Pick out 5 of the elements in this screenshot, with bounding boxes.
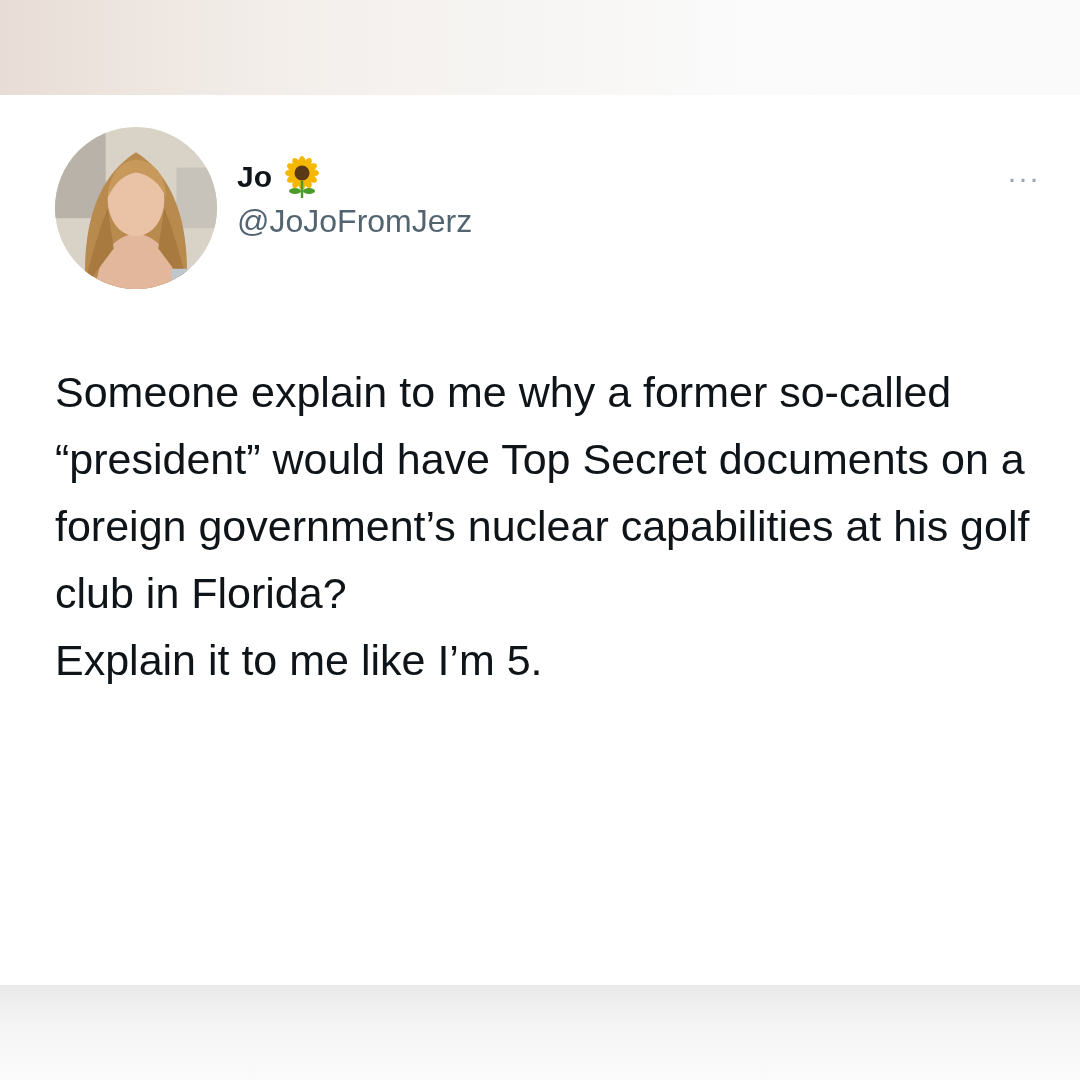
display-name: Jo — [237, 160, 272, 194]
user-handle[interactable]: @JoJoFromJerz — [237, 203, 473, 240]
tweet-text: Explain it to me like I’m 5. — [55, 635, 544, 686]
tweet-text: Someone explain to me why a former so-called “president” would have Top Secret documents on a foreign government’s nuclear capabilities at his golf club in Florida? — [55, 367, 1031, 619]
sunflower-icon — [282, 155, 322, 199]
